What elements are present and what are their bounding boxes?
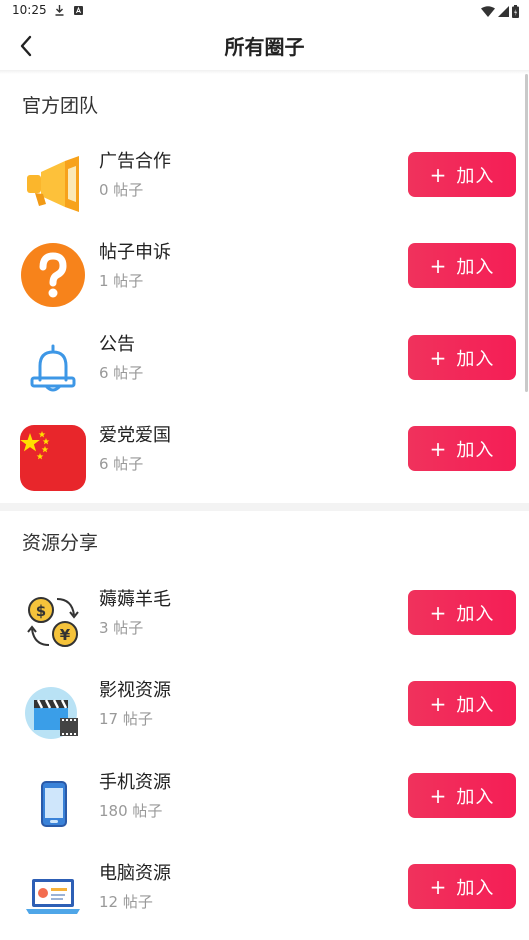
circle-row-ad-cooperation[interactable]: 广告合作 0 帖子 + 加入: [0, 137, 529, 229]
plus-icon: +: [429, 783, 447, 808]
post-count: 1 帖子: [99, 272, 144, 290]
app-notification-icon: [74, 6, 83, 15]
circle-row-post-appeal[interactable]: 帖子申诉 1 帖子 + 加入: [0, 228, 529, 320]
join-label: 加入: [456, 603, 495, 625]
download-icon: [55, 5, 64, 16]
signal-icon: [498, 5, 509, 17]
plus-icon: +: [429, 691, 447, 716]
status-bar: 10:25: [0, 0, 529, 22]
circle-name: 帖子申诉: [99, 242, 171, 263]
wifi-icon: [481, 5, 495, 17]
page-title: 所有圈子: [224, 35, 305, 59]
film-clapper-icon: [20, 680, 86, 746]
circle-name: 广告合作: [99, 151, 171, 172]
join-button[interactable]: + 加入: [408, 590, 516, 635]
join-label: 加入: [456, 348, 495, 370]
circle-name: 公告: [99, 334, 135, 355]
circle-row-mobile-resources[interactable]: 手机资源 180 帖子 + 加入: [0, 758, 529, 850]
join-button[interactable]: + 加入: [408, 335, 516, 380]
svg-text:$: $: [36, 602, 46, 620]
post-count: 12 帖子: [99, 893, 153, 911]
circle-row-announcement[interactable]: 公告 6 帖子 + 加入: [0, 320, 529, 412]
join-label: 加入: [456, 786, 495, 808]
join-button[interactable]: + 加入: [408, 243, 516, 288]
plus-icon: +: [429, 436, 447, 461]
plus-icon: +: [429, 162, 447, 187]
china-flag-icon: [20, 425, 86, 491]
join-label: 加入: [456, 439, 495, 461]
join-label: 加入: [456, 165, 495, 187]
join-button[interactable]: + 加入: [408, 152, 516, 197]
post-count: 0 帖子: [99, 181, 144, 199]
circle-name: 薅薅羊毛: [99, 589, 171, 610]
bell-icon: [20, 334, 86, 400]
smartphone-icon: [20, 772, 86, 838]
circle-name: 爱党爱国: [99, 425, 171, 446]
join-button[interactable]: + 加入: [408, 773, 516, 818]
post-count: 17 帖子: [99, 710, 153, 728]
section-title-resource-sharing: 资源分享: [22, 532, 99, 554]
join-label: 加入: [456, 877, 495, 899]
post-count: 6 帖子: [99, 364, 144, 382]
plus-icon: +: [429, 874, 447, 899]
section-divider: [0, 503, 529, 511]
circle-name: 影视资源: [99, 680, 171, 701]
post-count: 6 帖子: [99, 455, 144, 473]
currency-exchange-icon: $ ¥: [20, 589, 86, 655]
svg-text:¥: ¥: [60, 626, 71, 644]
circle-name: 手机资源: [99, 772, 171, 793]
post-count: 180 帖子: [99, 802, 163, 820]
battery-icon: [512, 4, 519, 18]
circle-name: 电脑资源: [99, 863, 171, 884]
status-indicators: [481, 4, 519, 18]
post-count: 3 帖子: [99, 619, 144, 637]
circle-row-bargains[interactable]: $ ¥ 薅薅羊毛 3 帖子 + 加入: [0, 575, 529, 667]
section-title-official-team: 官方团队: [22, 95, 99, 117]
laptop-icon: [20, 863, 86, 929]
circle-row-pc-resources[interactable]: 电脑资源 12 帖子 + 加入: [0, 849, 529, 940]
circle-row-patriotism[interactable]: 爱党爱国 6 帖子 + 加入: [0, 411, 529, 503]
question-mark-icon: [20, 242, 86, 308]
megaphone-icon: [20, 151, 86, 217]
top-bar: 所有圈子: [0, 22, 529, 70]
status-time: 10:25: [12, 3, 47, 17]
join-button[interactable]: + 加入: [408, 864, 516, 909]
join-button[interactable]: + 加入: [408, 426, 516, 471]
join-label: 加入: [456, 694, 495, 716]
join-label: 加入: [456, 256, 495, 278]
plus-icon: +: [429, 345, 447, 370]
header-divider: [0, 70, 529, 74]
circle-row-film-resources[interactable]: 影视资源 17 帖子 + 加入: [0, 666, 529, 758]
plus-icon: +: [429, 600, 447, 625]
join-button[interactable]: + 加入: [408, 681, 516, 726]
plus-icon: +: [429, 253, 447, 278]
